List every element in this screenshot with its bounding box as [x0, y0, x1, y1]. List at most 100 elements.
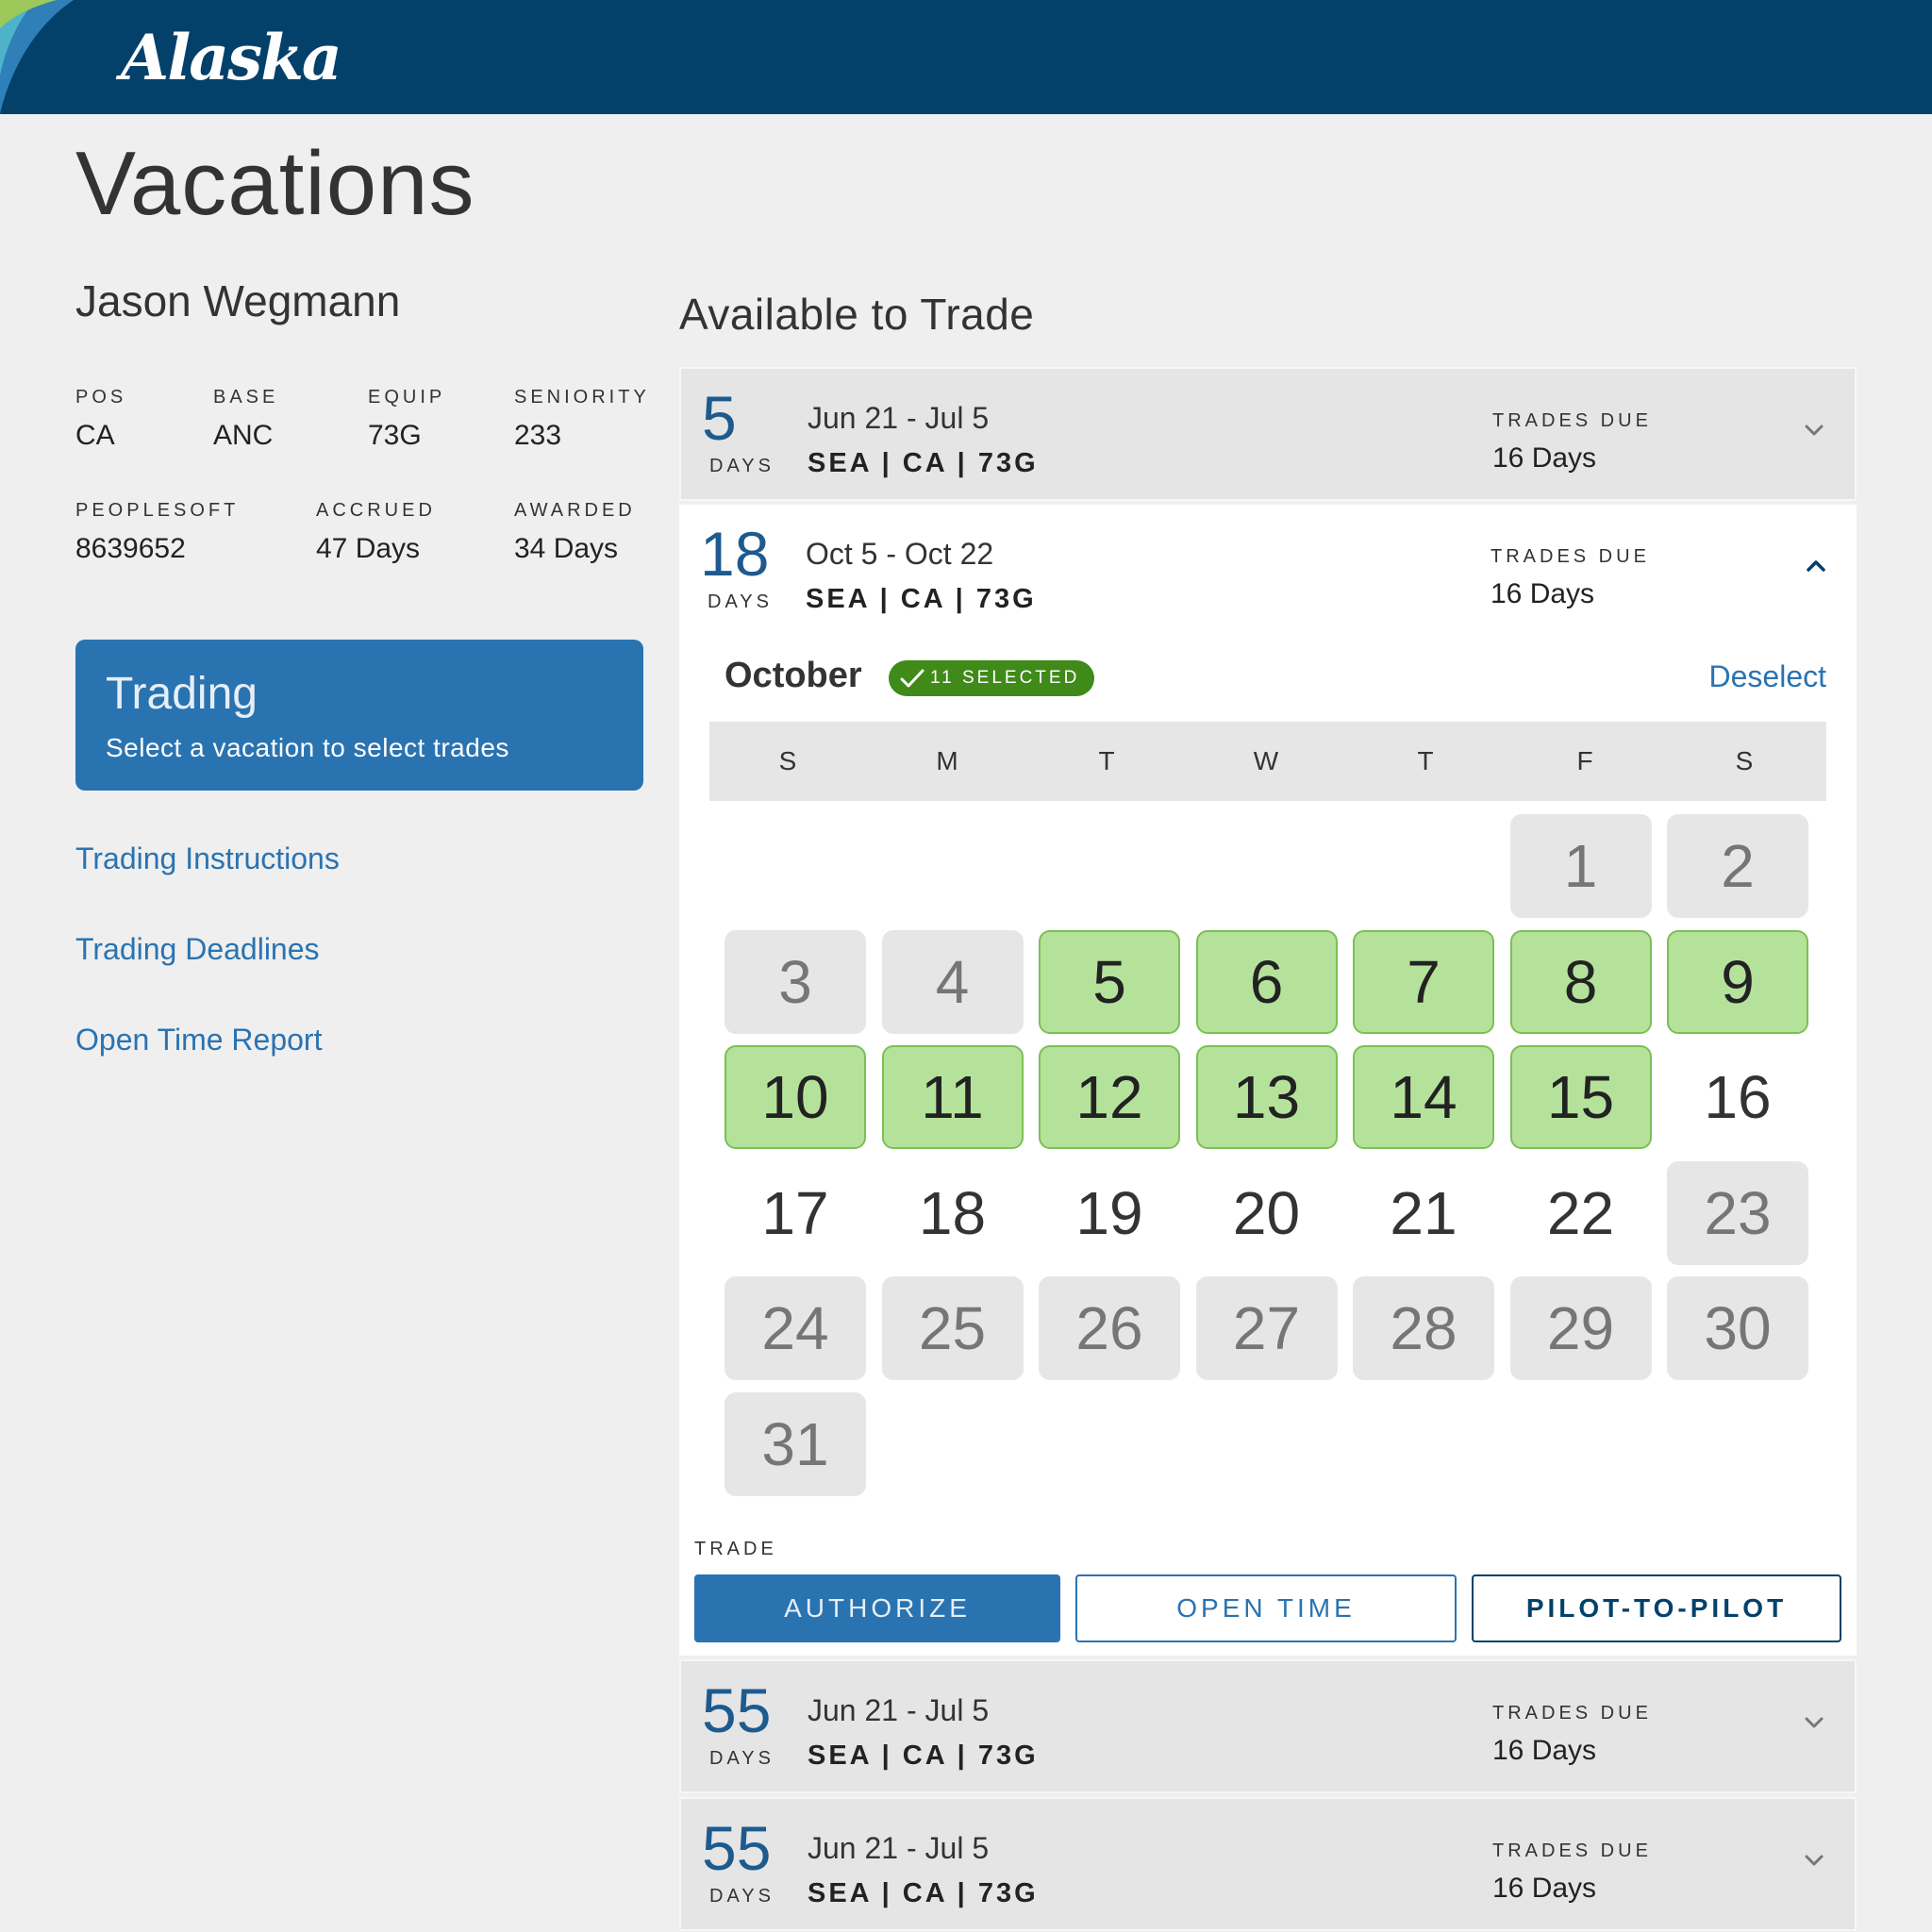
- calendar-day-16[interactable]: 16: [1667, 1045, 1808, 1149]
- calendar-day-23[interactable]: 23: [1667, 1160, 1808, 1265]
- vacation-row[interactable]: 55 DAYS Jun 21 - Jul 5 SEA | CA | 73G TR…: [679, 1797, 1857, 1931]
- calendar-day-29[interactable]: 29: [1509, 1276, 1652, 1380]
- trading-card-subtitle: Select a vacation to select trades: [106, 733, 509, 762]
- calendar-day-31[interactable]: 31: [724, 1391, 866, 1496]
- page-title: Vacations: [75, 133, 475, 234]
- vacation-row[interactable]: 55 DAYS Jun 21 - Jul 5 SEA | CA | 73G TR…: [679, 1659, 1857, 1793]
- open-time-button[interactable]: OPEN TIME: [1075, 1574, 1457, 1642]
- chevron-down-icon[interactable]: [1800, 416, 1828, 444]
- calendar-day-11[interactable]: 11: [881, 1045, 1024, 1149]
- stat-value: 34 Days: [514, 533, 619, 564]
- vacation-days-count: 18: [700, 519, 770, 589]
- calendar-day-28[interactable]: 28: [1353, 1276, 1494, 1380]
- stat-value: 73G: [368, 420, 422, 451]
- calendar-day-7[interactable]: 7: [1353, 929, 1494, 1034]
- stat-label: ACCRUED: [316, 500, 436, 521]
- trades-due-value: 16 Days: [1492, 442, 1597, 474]
- trades-due-label: TRADES DUE: [1492, 1840, 1652, 1861]
- trade-label: TRADE: [694, 1539, 777, 1559]
- authorize-button[interactable]: AUTHORIZE: [694, 1574, 1060, 1642]
- calendar-day-17[interactable]: 17: [724, 1161, 866, 1265]
- calendar-day-6[interactable]: 6: [1195, 929, 1338, 1034]
- vacation-days-count: 55: [702, 1675, 772, 1745]
- calendar-day-19[interactable]: 19: [1039, 1161, 1180, 1265]
- calendar-day-3[interactable]: 3: [724, 929, 866, 1034]
- calendar-day-27[interactable]: 27: [1195, 1276, 1338, 1380]
- chevron-up-icon[interactable]: [1802, 552, 1830, 580]
- selected-count-badge: 11 SELECTED: [889, 660, 1094, 696]
- trades-due-value: 16 Days: [1491, 578, 1595, 609]
- trades-due-value: 16 Days: [1492, 1735, 1597, 1766]
- vacation-days-label: DAYS: [709, 456, 774, 476]
- vacation-dates: Oct 5 - Oct 22: [806, 537, 994, 571]
- vacation-route: SEA | CA | 73G: [808, 1740, 1039, 1771]
- weekday-label: T: [1417, 746, 1434, 775]
- trades-due-label: TRADES DUE: [1491, 546, 1650, 567]
- calendar-day-22[interactable]: 22: [1510, 1161, 1652, 1265]
- calendar-day-12[interactable]: 12: [1039, 1045, 1180, 1149]
- vacation-route: SEA | CA | 73G: [806, 584, 1037, 614]
- stat-accrued: ACCRUED 47 Days: [316, 500, 436, 565]
- stat-value: ANC: [213, 420, 274, 451]
- weekday-header: S M T W T F S: [709, 722, 1826, 801]
- weekday-label: M: [936, 746, 958, 775]
- calendar-day-24[interactable]: 24: [724, 1276, 866, 1380]
- stat-value: 8639652: [75, 533, 186, 564]
- vacation-days-count: 5: [702, 383, 737, 453]
- calendar-day-8[interactable]: 8: [1509, 929, 1652, 1034]
- calendar-day-26[interactable]: 26: [1039, 1276, 1180, 1380]
- calendar-day-2[interactable]: 2: [1667, 814, 1808, 918]
- chevron-down-icon[interactable]: [1800, 1846, 1828, 1874]
- vacation-days-label: DAYS: [708, 591, 773, 612]
- weekday-label: W: [1253, 746, 1279, 775]
- calendar-day-5[interactable]: 5: [1039, 929, 1180, 1034]
- chevron-down-icon[interactable]: [1800, 1708, 1828, 1737]
- vacation-dates: Jun 21 - Jul 5: [808, 1693, 990, 1727]
- calendar-day-1[interactable]: 1: [1509, 814, 1652, 918]
- vacation-route: SEA | CA | 73G: [808, 1878, 1039, 1908]
- pilot-to-pilot-button[interactable]: PILOT-TO-PILOT: [1472, 1574, 1841, 1642]
- open-time-report-link[interactable]: Open Time Report: [75, 1023, 322, 1058]
- stat-label: BASE: [213, 387, 279, 408]
- stat-label: SENIORITY: [514, 387, 650, 408]
- calendar-month: October: [724, 656, 862, 695]
- calendar-day-14[interactable]: 14: [1353, 1045, 1494, 1149]
- vacation-dates: Jun 21 - Jul 5: [808, 1831, 990, 1865]
- pilot-name: Jason Wegmann: [75, 276, 401, 325]
- stat-value: 233: [514, 420, 562, 451]
- stat-label: POS: [75, 387, 127, 408]
- selected-count-text: 11 SELECTED: [930, 668, 1080, 688]
- vacation-row[interactable]: 5 DAYS Jun 21 - Jul 5 SEA | CA | 73G TRA…: [679, 367, 1857, 501]
- trading-instructions-link[interactable]: Trading Instructions: [75, 841, 340, 876]
- trades-due-value: 16 Days: [1492, 1873, 1597, 1904]
- calendar-day-4[interactable]: 4: [881, 929, 1024, 1034]
- calendar-day-25[interactable]: 25: [881, 1276, 1024, 1380]
- calendar-day-18[interactable]: 18: [882, 1161, 1024, 1265]
- trades-due-label: TRADES DUE: [1492, 410, 1652, 431]
- calendar-day-10[interactable]: 10: [724, 1045, 866, 1149]
- stat-base: BASE ANC: [213, 387, 278, 452]
- weekday-label: S: [778, 746, 797, 775]
- weekday-label: F: [1576, 746, 1593, 775]
- calendar-day-21[interactable]: 21: [1353, 1161, 1494, 1265]
- deselect-link[interactable]: Deselect: [1709, 659, 1827, 694]
- calendar-day-15[interactable]: 15: [1509, 1045, 1652, 1149]
- vacation-days-label: DAYS: [709, 1886, 774, 1907]
- stat-seniority: SENIORITY 233: [514, 387, 650, 452]
- calendar-day-13[interactable]: 13: [1195, 1045, 1338, 1149]
- calendar-day-9[interactable]: 9: [1667, 929, 1808, 1034]
- vacation-route: SEA | CA | 73G: [808, 448, 1039, 478]
- stat-value: CA: [75, 420, 115, 451]
- weekday-label: S: [1735, 746, 1754, 775]
- stat-peoplesoft: PEOPLESOFT 8639652: [75, 500, 239, 565]
- vacation-detail-panel: October 11 SELECTED Deselect S M T W T F…: [679, 637, 1857, 1656]
- checkmark-icon: [900, 669, 924, 688]
- trading-deadlines-link[interactable]: Trading Deadlines: [75, 932, 320, 967]
- calendar-day-20[interactable]: 20: [1196, 1161, 1338, 1265]
- stat-value: 47 Days: [316, 533, 421, 564]
- trades-due-label: TRADES DUE: [1492, 1703, 1652, 1724]
- vacation-row-expanded[interactable]: 18 DAYS Oct 5 - Oct 22 SEA | CA | 73G TR…: [679, 505, 1857, 639]
- alaska-logo[interactable]: Alaska: [121, 21, 342, 94]
- vacation-days-count: 55: [702, 1813, 772, 1883]
- calendar-day-30[interactable]: 30: [1667, 1276, 1808, 1380]
